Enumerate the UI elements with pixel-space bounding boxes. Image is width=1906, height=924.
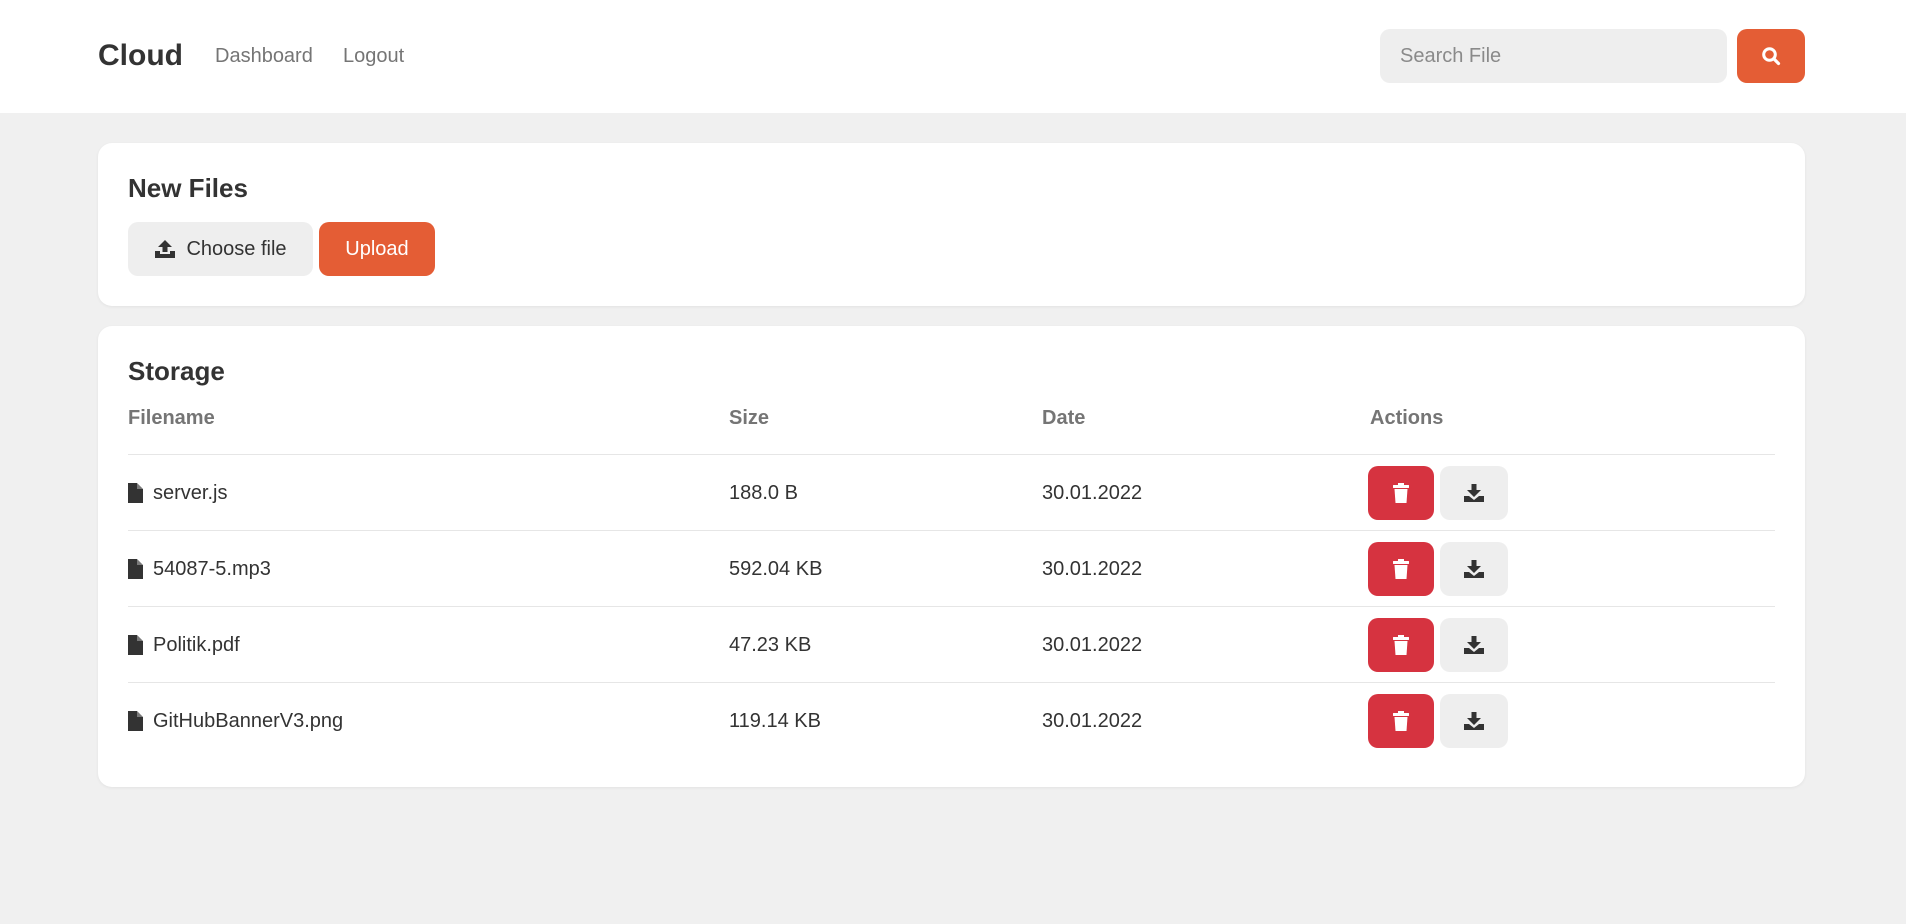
download-icon — [1464, 560, 1484, 578]
file-date: 30.01.2022 — [1042, 482, 1143, 504]
file-date: 30.01.2022 — [1042, 710, 1143, 732]
file-date: 30.01.2022 — [1042, 558, 1143, 580]
choose-file-label: Choose file — [186, 237, 287, 260]
column-header-size: Size — [729, 407, 770, 429]
delete-button[interactable] — [1368, 542, 1434, 596]
file-icon — [128, 559, 143, 579]
download-button[interactable] — [1440, 618, 1508, 672]
delete-button[interactable] — [1368, 466, 1434, 520]
upload-icon — [155, 240, 176, 258]
search-icon — [1762, 47, 1781, 66]
table-row: server.js 188.0 B 30.01.2022 — [128, 454, 1775, 531]
download-icon — [1464, 636, 1484, 654]
nav-dashboard-link[interactable]: Dashboard — [215, 44, 313, 68]
file-name[interactable]: GitHubBannerV3.png — [153, 709, 343, 733]
download-icon — [1464, 712, 1484, 730]
new-files-title: New Files — [128, 173, 248, 203]
new-files-card: New Files Choose file Upload — [98, 143, 1805, 306]
trash-icon — [1393, 559, 1409, 579]
file-date: 30.01.2022 — [1042, 634, 1143, 656]
storage-card: Storage Filename Size Date Actions serve… — [98, 326, 1805, 787]
file-size: 47.23 KB — [729, 634, 812, 656]
storage-title: Storage — [128, 356, 225, 386]
column-header-filename: Filename — [128, 407, 215, 429]
column-header-date: Date — [1042, 407, 1086, 429]
table-row: 54087-5.mp3 592.04 KB 30.01.2022 — [128, 530, 1775, 607]
trash-icon — [1393, 711, 1409, 731]
column-header-actions: Actions — [1370, 407, 1444, 429]
search-input[interactable] — [1380, 29, 1727, 83]
trash-icon — [1393, 483, 1409, 503]
search-button[interactable] — [1737, 29, 1805, 83]
download-button[interactable] — [1440, 694, 1508, 748]
file-size: 188.0 B — [729, 482, 798, 504]
file-name[interactable]: Politik.pdf — [153, 633, 240, 657]
file-icon — [128, 635, 143, 655]
file-size: 592.04 KB — [729, 558, 823, 580]
file-icon — [128, 711, 143, 731]
choose-file-button[interactable]: Choose file — [128, 222, 313, 276]
file-name[interactable]: server.js — [153, 481, 227, 505]
table-row: Politik.pdf 47.23 KB 30.01.2022 — [128, 606, 1775, 683]
download-button[interactable] — [1440, 466, 1508, 520]
file-name[interactable]: 54087-5.mp3 — [153, 557, 271, 581]
delete-button[interactable] — [1368, 694, 1434, 748]
top-navbar: Cloud Dashboard Logout — [0, 0, 1906, 113]
delete-button[interactable] — [1368, 618, 1434, 672]
file-size: 119.14 KB — [729, 710, 821, 732]
upload-button[interactable]: Upload — [319, 222, 435, 276]
download-button[interactable] — [1440, 542, 1508, 596]
file-icon — [128, 483, 143, 503]
table-row: GitHubBannerV3.png 119.14 KB 30.01.2022 — [128, 682, 1775, 759]
brand-logo[interactable]: Cloud — [98, 38, 183, 74]
nav-logout-link[interactable]: Logout — [343, 44, 404, 68]
download-icon — [1464, 484, 1484, 502]
trash-icon — [1393, 635, 1409, 655]
